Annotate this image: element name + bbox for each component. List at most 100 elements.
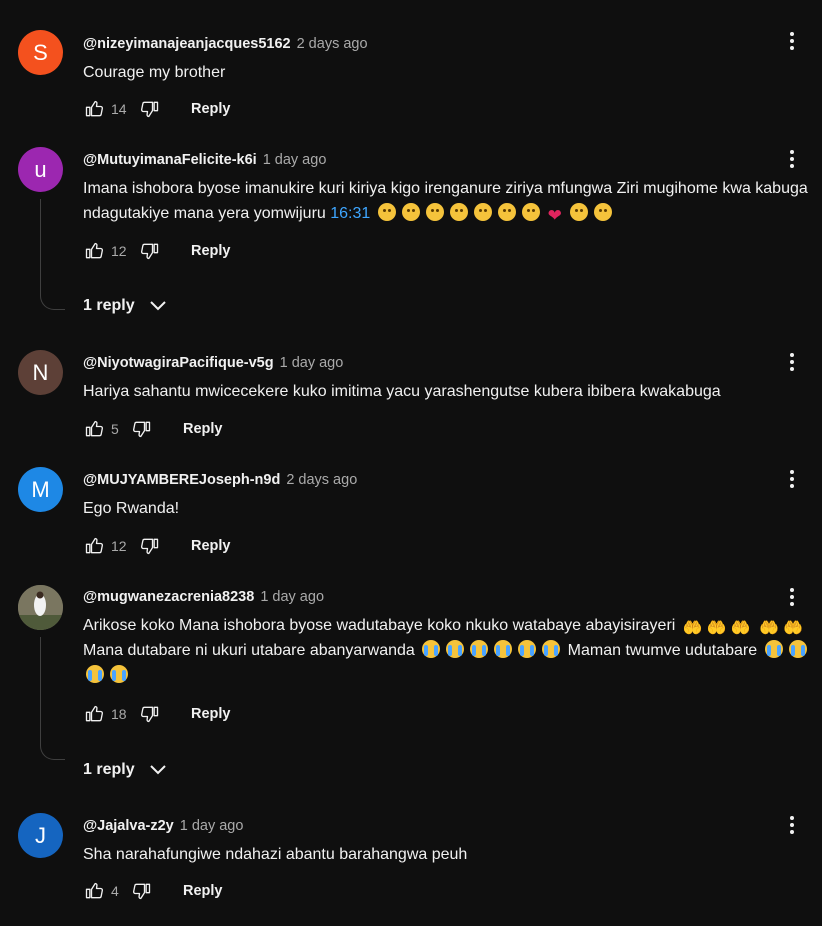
more-actions-icon[interactable] xyxy=(780,350,804,374)
replies-label: 1 reply xyxy=(83,761,135,778)
timestamp-link[interactable]: 16:31 xyxy=(330,205,370,222)
like-count: 12 xyxy=(111,538,127,554)
dislike-icon[interactable] xyxy=(139,535,161,557)
sob-emoji xyxy=(494,640,513,658)
avatar[interactable]: S xyxy=(18,30,63,75)
comment-actions: 4 Reply xyxy=(83,879,223,903)
crying-face-emoji xyxy=(569,203,588,221)
raised-hands-emoji: 🤲 xyxy=(783,620,804,637)
comment-time[interactable]: 2 days ago xyxy=(286,472,357,488)
more-actions-icon[interactable] xyxy=(780,467,804,491)
reply-button[interactable]: Reply xyxy=(191,101,231,117)
sob-emoji xyxy=(86,665,104,683)
sob-emoji xyxy=(518,640,537,658)
replies-toggle[interactable]: 1 reply xyxy=(83,761,167,779)
like-icon[interactable] xyxy=(83,418,105,440)
avatar[interactable]: J xyxy=(18,813,63,858)
astonished-face-emoji xyxy=(449,203,468,221)
thread-line xyxy=(40,637,65,760)
reply-button[interactable]: Reply xyxy=(183,883,223,899)
like-count: 12 xyxy=(111,243,127,259)
sob-emoji xyxy=(446,640,465,658)
comment-text: Courage my brother xyxy=(83,64,226,81)
sob-emoji xyxy=(470,640,489,658)
comment-text: Imana ishobora byose imanukire kuri kiri… xyxy=(83,176,818,226)
comment-actions: 14 Reply xyxy=(83,97,231,121)
crying-face-emoji xyxy=(377,203,396,221)
comment-text: Arikose koko Mana ishobora byose wadutab… xyxy=(83,613,818,688)
crying-face-emoji xyxy=(473,203,492,221)
comment-author[interactable]: @NiyotwagiraPacifique-v5g xyxy=(83,355,274,371)
like-icon[interactable] xyxy=(83,535,105,557)
raised-hands-emoji: 🤲 xyxy=(706,620,727,637)
raised-hands-emoji: 🤲 xyxy=(682,620,703,637)
replies-toggle[interactable]: 1 reply xyxy=(83,297,167,315)
dislike-icon[interactable] xyxy=(139,703,161,725)
like-count: 14 xyxy=(111,101,127,117)
comment-text-part: Arikose koko Mana ishobora byose wadutab… xyxy=(83,617,680,634)
comment-text-part: Mana dutabare ni ukuri utabare abanyarwa… xyxy=(83,642,420,659)
replies-label: 1 reply xyxy=(83,297,135,314)
thread-line xyxy=(40,199,65,310)
comment-text: Hariya sahantu mwicecekere kuko imitima … xyxy=(83,383,721,400)
avatar[interactable]: N xyxy=(18,350,63,395)
comment-author[interactable]: @nizeyimanajeanjacques5162 xyxy=(83,36,291,52)
sob-emoji xyxy=(764,640,783,658)
crying-face-emoji xyxy=(401,203,420,221)
comment-header: @MUJYAMBEREJoseph-n9d 2 days ago xyxy=(83,472,357,488)
like-count: 18 xyxy=(111,706,127,722)
sweat-smile-emoji xyxy=(593,203,612,221)
comment-actions: 18 Reply xyxy=(83,702,231,726)
comment-text: Ego Rwanda! xyxy=(83,500,180,517)
reply-button[interactable]: Reply xyxy=(191,706,231,722)
raised-hands-emoji: 🤲 xyxy=(730,620,751,637)
like-icon[interactable] xyxy=(83,98,105,120)
like-icon[interactable] xyxy=(83,240,105,262)
joy-face-emoji xyxy=(521,203,540,221)
comment-time[interactable]: 1 day ago xyxy=(180,818,244,834)
like-icon[interactable] xyxy=(83,880,105,902)
chevron-down-icon xyxy=(149,765,166,775)
like-count: 5 xyxy=(111,421,119,437)
comment-header: @MutuyimanaFelicite-k6i 1 day ago xyxy=(83,152,326,168)
comment-text-part: Imana ishobora byose imanukire kuri kiri… xyxy=(83,180,808,222)
reply-button[interactable]: Reply xyxy=(183,421,223,437)
comment-author[interactable]: @MutuyimanaFelicite-k6i xyxy=(83,152,257,168)
avatar[interactable]: M xyxy=(18,467,63,512)
comment-text-part: Maman twumve udutabare xyxy=(563,642,762,659)
comment-author[interactable]: @mugwanezacrenia8238 xyxy=(83,589,254,605)
comment-header: @NiyotwagiraPacifique-v5g 1 day ago xyxy=(83,355,343,371)
more-actions-icon[interactable] xyxy=(780,29,804,53)
comment-header: @Jajalva-z2y 1 day ago xyxy=(83,818,243,834)
chevron-down-icon xyxy=(149,301,166,311)
more-actions-icon[interactable] xyxy=(780,813,804,837)
more-actions-icon[interactable] xyxy=(780,147,804,171)
more-actions-icon[interactable] xyxy=(780,585,804,609)
reply-button[interactable]: Reply xyxy=(191,538,231,554)
joy-face-emoji xyxy=(497,203,516,221)
avatar[interactable] xyxy=(18,585,63,630)
comment-author[interactable]: @Jajalva-z2y xyxy=(83,818,174,834)
reply-button[interactable]: Reply xyxy=(191,243,231,259)
dislike-icon[interactable] xyxy=(139,240,161,262)
like-icon[interactable] xyxy=(83,703,105,725)
comment-text: Sha narahafungiwe ndahazi abantu barahan… xyxy=(83,846,468,863)
sob-emoji xyxy=(110,665,128,683)
raised-hands-emoji: 🤲 xyxy=(759,620,780,637)
comment-time[interactable]: 1 day ago xyxy=(260,589,324,605)
dislike-icon[interactable] xyxy=(139,98,161,120)
comment-time[interactable]: 1 day ago xyxy=(263,152,327,168)
comment-header: @nizeyimanajeanjacques5162 2 days ago xyxy=(83,36,368,52)
comment-author[interactable]: @MUJYAMBEREJoseph-n9d xyxy=(83,472,280,488)
like-count: 4 xyxy=(111,883,119,899)
comment-time[interactable]: 1 day ago xyxy=(280,355,344,371)
comment-time[interactable]: 2 days ago xyxy=(297,36,368,52)
comment-actions: 12 Reply xyxy=(83,239,231,263)
profile-photo-icon xyxy=(18,585,63,630)
sob-emoji xyxy=(422,640,441,658)
sob-emoji xyxy=(788,640,807,658)
crying-face-emoji xyxy=(425,203,444,221)
dislike-icon[interactable] xyxy=(131,880,153,902)
dislike-icon[interactable] xyxy=(131,418,153,440)
avatar[interactable]: u xyxy=(18,147,63,192)
